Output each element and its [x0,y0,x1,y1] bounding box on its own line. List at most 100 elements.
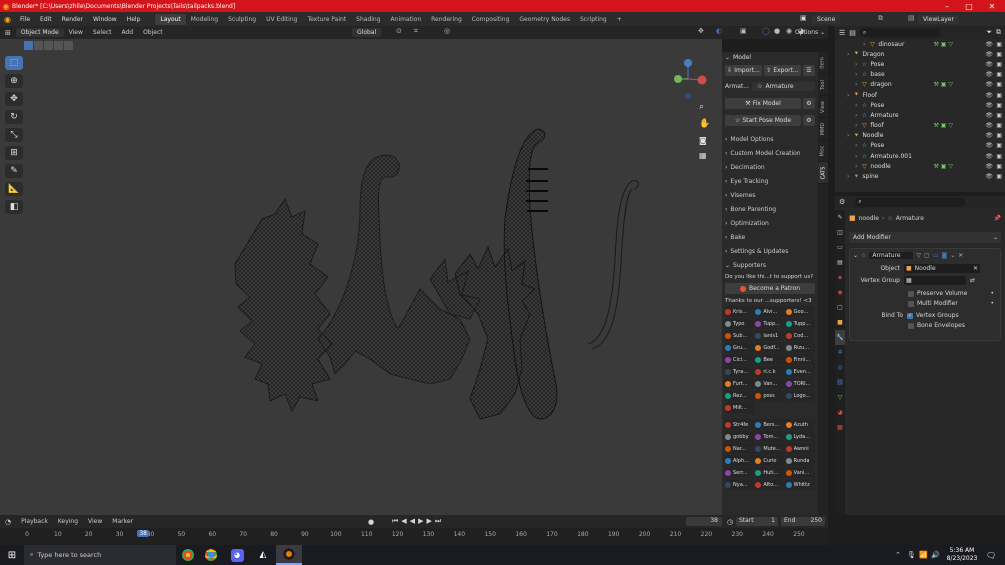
overlay-toggle-icon[interactable]: ◐ [716,27,722,35]
add-modifier-dropdown[interactable]: Add Modifier ⌄ [849,232,1001,243]
menu-help[interactable]: Help [122,16,146,23]
supporter-item[interactable]: TORI... [785,378,815,389]
visibility-eye-icon[interactable]: 👁 [985,41,993,48]
maximize-button[interactable]: □ [958,0,980,12]
supporter-item[interactable]: Kris... [725,306,755,317]
supporter-item[interactable]: Gru... [725,342,755,353]
section-supporters[interactable]: ⌄ Supporters [722,258,818,272]
tab-item[interactable]: Item [818,52,828,74]
add-workspace-button[interactable]: + [612,14,627,25]
visibility-eye-icon[interactable]: 👁 [985,112,993,119]
supporter-item[interactable]: ri.c.k [755,366,785,377]
outliner-item-label[interactable]: dragon [870,81,891,88]
add-cube-tool-icon[interactable]: ◧ [5,200,23,214]
import-button[interactable]: ⇩ Import... [725,65,762,76]
supporter-item[interactable]: poss [755,390,785,401]
properties-editor-icon[interactable]: ⚙ [839,198,845,206]
filter-icon[interactable]: ⏷ [986,28,992,37]
import-menu-icon[interactable]: ☰ [803,65,815,76]
outliner-row[interactable]: › ☆ Pose 👁 ▣ [835,59,1005,69]
pose-settings-icon[interactable]: ⚙ [803,115,815,126]
render-camera-icon[interactable]: ▣ [996,92,1002,99]
scene-actions-icon[interactable]: ⧉ [878,14,883,23]
cage-toggle-icon[interactable]: ▢ [924,252,930,259]
object-mode-dropdown[interactable]: Object Mode [15,28,64,37]
supporter-item[interactable]: Nya... [725,479,755,490]
world-tab-icon[interactable]: ◉ [835,285,845,300]
tab-compositing[interactable]: Compositing [467,14,515,25]
render-camera-icon[interactable]: ▣ [996,173,1002,180]
gizmo-toggle-icon[interactable]: ✥ [698,27,704,35]
modifier-name-field[interactable]: Armature [869,251,914,259]
blender-taskbar-icon[interactable] [276,545,302,565]
outliner-row[interactable]: › ⯆ Dragon 👁 ▣ [835,49,1005,59]
select-subtract-icon[interactable] [44,41,53,50]
section-optimization[interactable]: › Optimization [722,216,818,230]
editor-type-icon[interactable]: ⊞ [0,29,16,37]
export-button[interactable]: ⇧ Export... [764,65,801,76]
bone-envelopes-checkbox[interactable] [908,322,914,329]
expand-arrow-icon[interactable]: › [855,61,857,68]
select-box-tool-icon[interactable]: ⬚ [5,56,23,70]
tab-layout[interactable]: Layout [155,13,186,25]
timeline-ruler[interactable]: 0 10 20 30 40 50 60 70 80 90 100 110 120 130 140 150 160… [0,528,828,545]
remove-modifier-icon[interactable]: ✕ [958,252,963,259]
vertex-group-field[interactable]: ▦ [904,276,966,285]
outliner-item-label[interactable]: Pose [870,102,884,109]
viewport-toggle-icon[interactable]: ▭ [933,252,939,259]
outliner-row[interactable]: › ☆ Armature 👁 ▣ [835,110,1005,120]
supporter-item[interactable]: Bers... [755,419,785,430]
scene-selector[interactable]: Scene [812,15,841,24]
supporter-item[interactable]: Cod... [785,330,815,341]
end-frame-field[interactable]: End 250 [781,517,825,526]
outliner-item-label[interactable]: Noodle [862,132,883,139]
section-settings-updates[interactable]: › Settings & Updates [722,244,818,258]
supporter-item[interactable]: Str4fe [725,419,755,430]
visibility-eye-icon[interactable]: 👁 [985,132,993,139]
render-camera-icon[interactable]: ▣ [996,122,1002,129]
visibility-eye-icon[interactable]: 👁 [985,153,993,160]
modifier-data-icons[interactable]: ⚒ ▣ ▽ [934,81,953,88]
modifier-tab-icon[interactable]: 🔧 [835,330,845,345]
supporter-item[interactable]: gobby [725,431,755,442]
start-frame-field[interactable]: Start 1 [736,517,778,526]
outliner-item-label[interactable]: floof [870,122,883,129]
outliner-row[interactable]: › ⯆ Noodle 👁 ▣ [835,131,1005,141]
tab-misc[interactable]: Misc [818,140,828,162]
modifier-data-icons[interactable]: ⚒ ▣ ▽ [934,122,953,129]
outliner-editor-icon[interactable]: ☰ [839,29,845,37]
select-extend-icon[interactable] [34,41,43,50]
view-layer-tab-icon[interactable]: ▤ [835,255,845,270]
outliner-row[interactable]: › ⯆ Floof 👁 ▣ [835,90,1005,100]
render-tab-icon[interactable]: ◫ [835,225,845,240]
visibility-eye-icon[interactable]: 👁 [985,81,993,88]
supporter-item[interactable]: Vani... [785,467,815,478]
discord-icon[interactable]: ◕ [224,545,250,565]
outliner-item-label[interactable]: Dragon [862,51,884,58]
render-camera-icon[interactable]: ▣ [996,112,1002,119]
preserve-volume-checkbox[interactable] [908,290,914,297]
chrome-icon[interactable] [198,545,224,565]
pin-icon[interactable]: 📌 [994,215,1001,222]
supporter-item[interactable]: Azuth [785,419,815,430]
render-camera-icon[interactable]: ▣ [996,81,1002,88]
display-mode-icon[interactable]: ▤ [849,29,856,37]
taskbar-search-box[interactable]: ⌕ Type here to search [24,545,176,565]
modifier-data-icons[interactable]: ⚒ ▣ ▽ [934,41,953,48]
proportional-edit-icon[interactable]: ◎ [444,27,450,35]
supporter-item[interactable]: Bee [755,354,785,365]
outliner-row[interactable]: › ▽ dragon ⚒ ▣ ▽ 👁 ▣ [835,80,1005,90]
supporter-item[interactable]: Lyda... [785,431,815,442]
material-shading-icon[interactable]: ◉ [786,27,792,35]
menu-edit[interactable]: Edit [35,16,57,23]
expand-arrow-icon[interactable]: › [855,102,857,109]
edit-mode-toggle-icon[interactable]: ▽ [916,252,921,259]
visibility-eye-icon[interactable]: 👁 [985,61,993,68]
dragon-mesh[interactable] [317,154,481,385]
dinosaur-mesh[interactable] [234,198,333,412]
supporter-item[interactable]: Typo [725,318,755,329]
outliner-row[interactable]: › ▽ dinosaur ⚒ ▣ ▽ 👁 ▣ [835,39,1005,49]
rotate-tool-icon[interactable]: ↻ [5,110,23,124]
microphone-icon[interactable]: 🎙 [907,551,916,559]
section-decimation[interactable]: › Decimation [722,160,818,174]
